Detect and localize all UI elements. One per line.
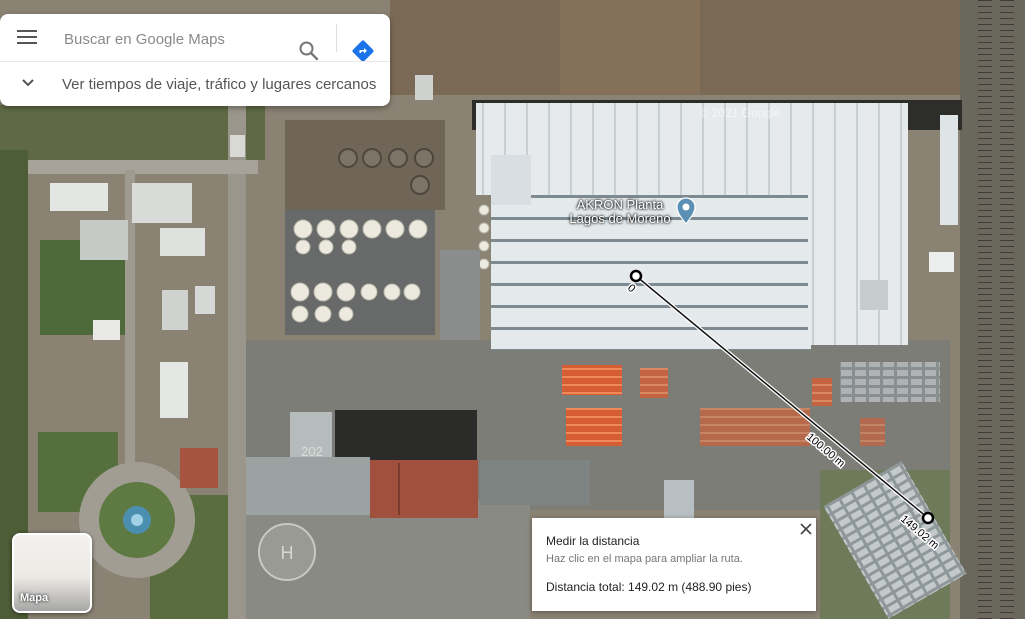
close-icon[interactable] <box>798 521 814 537</box>
measure-title: Medir la distancia <box>546 534 640 548</box>
place-label-line2: Lagos de Moreno <box>569 211 671 226</box>
layer-toggle-label: Mapa <box>20 592 49 604</box>
search-divider <box>336 24 337 52</box>
search-bar <box>0 14 390 63</box>
measure-total-distance: Distancia total: 149.02 m (488.90 pies) <box>546 580 752 594</box>
measure-hint: Haz clic en el mapa para ampliar la ruta… <box>546 553 743 565</box>
nearby-expand-row[interactable]: Ver tiempos de viaje, tráfico y lugares … <box>0 62 390 106</box>
place-label-line1: AKRON Planta <box>576 197 664 212</box>
helipad-mark: H <box>281 543 294 563</box>
measure-end-point[interactable] <box>921 511 935 525</box>
search-input[interactable] <box>62 25 291 53</box>
chevron-down-icon <box>22 79 34 87</box>
map-watermark: © 2021 Google <box>700 106 781 120</box>
place-label[interactable]: AKRON Planta Lagos de Moreno <box>565 198 675 226</box>
measure-distance-panel: Medir la distancia Haz clic en el mapa p… <box>532 518 816 611</box>
directions-icon[interactable] <box>351 39 375 63</box>
search-icon[interactable] <box>298 40 320 62</box>
map-layer-toggle-button[interactable]: Mapa <box>12 533 92 613</box>
search-panel: Ver tiempos de viaje, tráfico y lugares … <box>0 14 390 106</box>
measure-start-point[interactable] <box>629 269 643 283</box>
nearby-label: Ver tiempos de viaje, tráfico y lugares … <box>62 76 377 93</box>
building-mark: 202 <box>301 444 323 459</box>
hamburger-menu-icon[interactable] <box>17 30 37 46</box>
